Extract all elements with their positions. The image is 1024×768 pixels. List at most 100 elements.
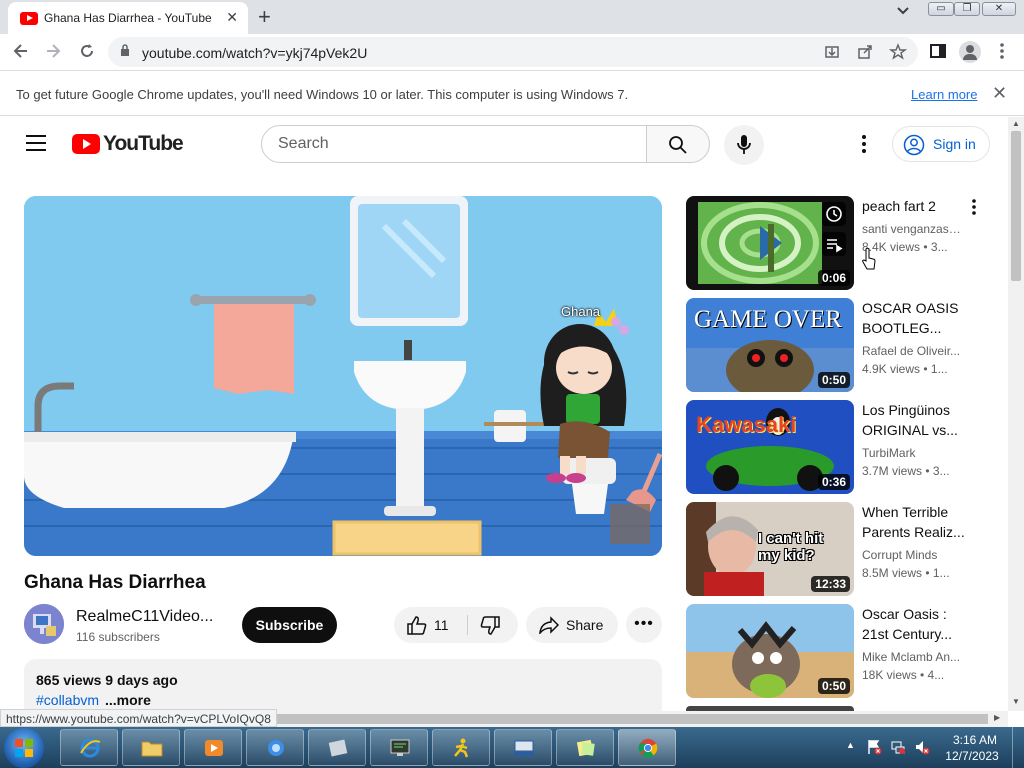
recommendation-title[interactable]: Oscar Oasis : 21st Century... — [862, 604, 972, 644]
clock-date[interactable]: 12/7/2023 — [942, 749, 1002, 763]
new-tab-button[interactable]: + — [258, 4, 271, 30]
install-app-icon[interactable] — [824, 44, 840, 60]
video-duration: 0:50 — [817, 372, 850, 388]
url-text[interactable]: youtube.com/watch?v=ykj74pVek2U — [142, 45, 367, 61]
subscribe-button[interactable]: Subscribe — [242, 607, 337, 643]
chrome-menu-icon[interactable] — [998, 42, 1006, 60]
video-player[interactable]: Ghana — [24, 196, 662, 556]
account-circle-icon — [903, 134, 925, 156]
recommendation-title[interactable]: Los Pingüinos ORIGINAL vs... — [862, 400, 972, 440]
description-more-link[interactable]: ...more — [105, 692, 151, 708]
tab-search-chevron-icon[interactable] — [896, 6, 910, 16]
taskbar-app-4[interactable] — [246, 729, 304, 766]
taskbar-app-8[interactable] — [494, 729, 552, 766]
taskbar-aim[interactable] — [432, 729, 490, 766]
taskbar-explorer[interactable] — [122, 729, 180, 766]
video-duration: 0:36 — [817, 474, 850, 490]
hashtag-link[interactable]: #collabvm — [36, 692, 99, 708]
address-bar[interactable]: youtube.com/watch?v=ykj74pVek2U — [108, 37, 918, 67]
sign-in-button[interactable]: Sign in — [892, 126, 990, 162]
scroll-down-icon[interactable]: ▼ — [1012, 697, 1020, 706]
recommendation-thumbnail[interactable]: GAME OVER 0:50 — [686, 298, 854, 392]
taskbar-internet-explorer[interactable] — [60, 729, 118, 766]
back-icon[interactable] — [12, 42, 30, 60]
description-box[interactable]: 865 views 9 days ago #collabvm ...more — [24, 659, 662, 711]
youtube-logo-icon — [72, 134, 100, 154]
internet-explorer-icon — [80, 738, 101, 758]
start-button[interactable] — [4, 728, 44, 768]
subscriber-count: 116 subscribers — [76, 630, 160, 644]
network-icon[interactable] — [890, 739, 906, 755]
show-hidden-icons-icon[interactable]: ▲ — [846, 740, 855, 750]
side-panel-icon[interactable] — [929, 42, 947, 60]
recommendation-channel[interactable]: Rafael de Oliveir... — [862, 344, 962, 358]
recommendation-item[interactable]: I can't hit my kid? 12:33 When Terrible … — [686, 502, 986, 596]
forward-icon[interactable] — [44, 42, 62, 60]
show-desktop-button[interactable] — [1012, 727, 1024, 768]
taskbar-google-chrome[interactable] — [618, 729, 676, 766]
watch-later-icon[interactable] — [822, 202, 846, 226]
recommendation-thumbnail[interactable]: 0:50 — [686, 604, 854, 698]
channel-name[interactable]: RealmeC11Video... — [76, 608, 216, 626]
profile-avatar-icon[interactable] — [959, 41, 981, 63]
recommendation-channel[interactable]: santi venganzas ... — [862, 222, 962, 236]
like-count[interactable]: 11 — [434, 617, 449, 633]
minimize-button[interactable]: ▭ — [928, 2, 954, 16]
tab-close-icon[interactable]: ✕ — [226, 9, 238, 26]
share-page-icon[interactable] — [857, 44, 873, 60]
settings-more-icon[interactable] — [856, 133, 872, 155]
share-button[interactable]: Share — [526, 607, 618, 643]
volume-muted-icon[interactable] — [914, 739, 930, 755]
recommendation-channel[interactable]: TurbiMark — [862, 446, 962, 460]
recommendation-item[interactable]: GAME OVER 0:50 OSCAR OASIS BOOTLEG... Ra… — [686, 298, 986, 392]
video-duration: 12:33 — [811, 576, 850, 592]
action-center-flag-icon[interactable] — [866, 739, 882, 755]
windows-logo-icon — [15, 739, 33, 757]
recommendation-thumbnail[interactable]: 0:06 — [686, 196, 854, 290]
bookmark-star-icon[interactable] — [889, 43, 907, 61]
recommendation-meta: 8.5M views • 1... — [862, 566, 950, 580]
taskbar-media-player[interactable] — [184, 729, 242, 766]
recommendation-item[interactable]: 0:06 peach fart 2 santi venganzas ... 8.… — [686, 196, 986, 290]
learn-more-link[interactable]: Learn more — [911, 87, 977, 102]
like-icon[interactable] — [406, 615, 428, 635]
recommendation-thumbnail[interactable]: I can't hit my kid? 12:33 — [686, 502, 854, 596]
recommendation-channel[interactable]: Mike Mclamb An... — [862, 650, 962, 664]
recommendation-item[interactable]: 0:50 Oscar Oasis : 21st Century... Mike … — [686, 604, 986, 698]
menu-icon[interactable] — [26, 135, 46, 151]
taskbar-app-6[interactable] — [370, 729, 428, 766]
lock-icon[interactable] — [120, 44, 130, 56]
mouse-pointer-icon — [862, 248, 876, 270]
recommendation-title[interactable]: OSCAR OASIS BOOTLEG... — [862, 298, 972, 338]
infobar-close-icon[interactable]: ✕ — [992, 83, 1007, 104]
search-input[interactable] — [278, 135, 628, 153]
media-player-icon — [205, 740, 223, 756]
scrollbar-thumb[interactable] — [1011, 131, 1021, 281]
recommendation-menu-icon[interactable] — [970, 198, 978, 216]
vertical-scrollbar[interactable]: ▲ ▼ — [1008, 117, 1024, 711]
recommendation-channel[interactable]: Corrupt Minds — [862, 548, 962, 562]
more-actions-button[interactable]: ••• — [626, 607, 662, 643]
scroll-right-icon[interactable]: ▶ — [994, 713, 1000, 722]
recommendation-item[interactable]: Kawasaki 0:36 Los Pingüinos ORIGINAL vs.… — [686, 400, 986, 494]
recommendation-meta: 18K views • 4... — [862, 668, 945, 682]
add-to-queue-icon[interactable] — [822, 232, 846, 256]
app-circle-icon — [268, 740, 284, 756]
browser-tab[interactable]: Ghana Has Diarrhea - YouTube ✕ — [8, 2, 248, 34]
close-window-button[interactable]: ✕ — [982, 2, 1016, 16]
dislike-icon[interactable] — [479, 616, 501, 636]
recommendation-thumbnail[interactable]: Kawasaki 0:36 — [686, 400, 854, 494]
scroll-up-icon[interactable]: ▲ — [1012, 119, 1020, 128]
restore-button[interactable]: ❐ — [954, 2, 980, 16]
recommendation-title[interactable]: peach fart 2 — [862, 196, 972, 216]
recommendation-title[interactable]: When Terrible Parents Realiz... — [862, 502, 972, 542]
infobar-message: To get future Google Chrome updates, you… — [16, 87, 629, 102]
search-button[interactable] — [646, 125, 710, 163]
reload-icon[interactable] — [78, 42, 96, 60]
clock-time[interactable]: 3:16 AM — [950, 733, 1000, 747]
running-man-icon — [454, 738, 469, 758]
channel-avatar[interactable] — [24, 604, 64, 644]
taskbar-app-5[interactable] — [308, 729, 366, 766]
taskbar-sticky-notes[interactable] — [556, 729, 614, 766]
voice-search-button[interactable] — [724, 125, 764, 165]
